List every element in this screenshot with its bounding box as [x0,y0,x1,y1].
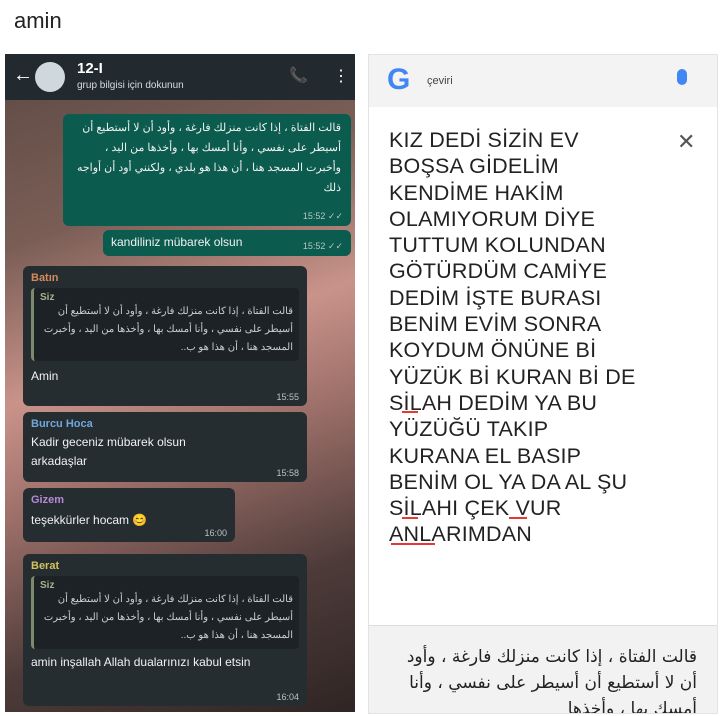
message-incoming[interactable]: Burcu Hoca Kadir geceniz mübarek olsun a… [23,412,307,482]
translation-line: KENDİME HAKİM [389,180,564,205]
sender-name: Berat [31,560,60,572]
message-time: 15:52 ✓✓ [302,241,343,251]
message-time: 15:52 ✓✓ [302,211,343,221]
message-outgoing[interactable]: kandiliniz mübarek olsun 15:52 ✓✓ [103,230,351,256]
search-query[interactable]: çeviri [427,75,453,87]
translation-line: TUTTUM KOLUNDAN [389,233,606,258]
quote-text: قالت الفتاة ، إذا كانت منزلك فارغة ، وأو… [43,306,293,353]
sender-name: Burcu Hoca [31,418,93,430]
source-text-panel: قالت الفتاة ، إذا كانت منزلك فارغة ، وأو… [369,625,717,714]
translation-line: BOŞSA GİDELİM [389,154,559,179]
red-censor-mark [402,411,418,413]
message-time: 16:00 [204,528,227,538]
message-text: قالت الفتاة ، إذا كانت منزلك فارغة ، وأو… [76,122,341,194]
group-subtitle[interactable]: grup bilgisi için dokunun [77,80,184,91]
red-censor-mark [402,517,418,519]
group-avatar[interactable] [35,62,65,92]
message-outgoing[interactable]: قالت الفتاة ، إذا كانت منزلك فارغة ، وأو… [63,114,351,226]
message-text: Kadir geceniz mübarek olsun arkadaşlar [31,435,186,468]
message-incoming[interactable]: Batın Siz قالت الفتاة ، إذا كانت منزلك ف… [23,266,307,406]
translation-line: DEDİM İŞTE BURASI [389,285,602,310]
message-time: 16:04 [276,692,299,702]
message-time: 15:58 [276,468,299,478]
group-title[interactable]: 12-I [77,60,103,77]
translation-line: KURANA EL BASIP [389,443,582,468]
message-incoming[interactable]: Gizem teşekkürler hocam 😊 16:00 [23,488,235,542]
sender-name: Batın [31,272,59,284]
microphone-icon[interactable] [677,69,687,85]
google-translate-screenshot: G çeviri KIZ DEDİ SİZİN EV BOŞSA GİDELİM… [368,54,718,714]
message-incoming[interactable]: Berat Siz قالت الفتاة ، إذا كانت منزلك ف… [23,554,307,706]
message-text: teşekkürler hocam 😊 [31,513,148,527]
quoted-message[interactable]: Siz قالت الفتاة ، إذا كانت منزلك فارغة ،… [31,288,299,361]
message-text: amin inşallah Allah dualarınızı kabul et… [31,655,251,669]
whatsapp-screenshot: ← 12-I grup bilgisi için dokunun 📞 ⋮ قال… [5,54,355,712]
translation-text: KIZ DEDİ SİZİN EV BOŞSA GİDELİM KENDİME … [389,127,679,548]
red-censor-mark [509,517,527,519]
translation-line: OLAMIYORUM DİYE [389,206,596,231]
translation-line: GÖTÜRDÜM CAMİYE [389,259,607,284]
close-icon[interactable]: ✕ [677,129,695,155]
quote-author: Siz [40,292,55,303]
translation-line: YÜZÜĞÜ TAKIP [389,417,549,442]
quote-author: Siz [40,580,55,591]
message-text: Amin [31,369,59,383]
translation-line: KIZ DEDİ SİZİN EV [389,128,579,152]
translation-line: BENİM EVİM SONRA [389,312,602,337]
chat-header: ← 12-I grup bilgisi için dokunun 📞 ⋮ [5,54,355,100]
google-logo-icon: G [387,63,411,96]
back-arrow-icon[interactable]: ← [13,64,33,87]
quote-text: قالت الفتاة ، إذا كانت منزلك فارغة ، وأو… [43,594,293,641]
add-call-icon[interactable]: 📞 [289,66,308,84]
more-options-icon[interactable]: ⋮ [333,66,349,86]
message-time: 15:55 [276,392,299,402]
google-search-bar: G çeviri [369,55,717,107]
arabic-source-text: قالت الفتاة ، إذا كانت منزلك فارغة ، وأو… [406,647,697,714]
translation-line: SİLAH DEDİM YA BU [389,390,598,415]
post-caption: amin [14,8,62,33]
translation-line: YÜZÜK Bİ KURAN Bİ DE [389,364,636,389]
red-censor-mark [391,543,435,545]
sender-name: Gizem [31,494,65,506]
translation-line: KOYDUM ÖNÜNE Bİ [389,338,597,363]
translation-line: BENİM OL YA DA AL ŞU [389,469,628,494]
translation-line: SİLAHI ÇEK VUR [389,496,562,521]
quoted-message[interactable]: Siz قالت الفتاة ، إذا كانت منزلك فارغة ،… [31,576,299,649]
